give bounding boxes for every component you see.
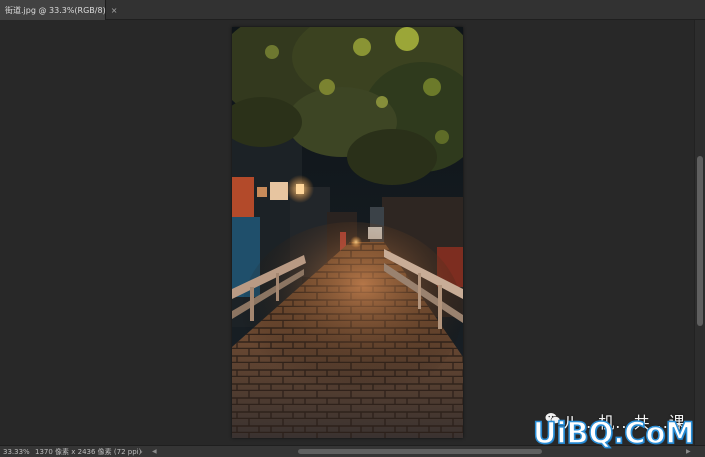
document-info: 1370 像素 x 2436 像素 (72 ppi): [35, 448, 142, 456]
zoom-level[interactable]: 33.33%: [3, 447, 30, 457]
document-tab-title: 街道.jpg @ 33.3%(RGB/8): [5, 5, 106, 15]
close-tab-icon[interactable]: ×: [111, 6, 118, 15]
scroll-left-icon[interactable]: ◀: [152, 447, 157, 457]
vertical-scrollbar[interactable]: [694, 20, 705, 445]
street-night-photo: [232, 27, 463, 438]
watermark-logo: UiBQ.CoM: [532, 416, 695, 450]
document-image[interactable]: [232, 27, 463, 438]
vertical-scroll-thumb[interactable]: [697, 156, 703, 326]
document-tab[interactable]: 街道.jpg @ 33.3%(RGB/8) ×: [0, 0, 117, 20]
horizontal-scroll-thumb[interactable]: [298, 449, 542, 454]
document-tab-bar: 街道.jpg @ 33.3%(RGB/8) ×: [0, 0, 705, 20]
status-more-icon[interactable]: ›: [140, 447, 143, 457]
